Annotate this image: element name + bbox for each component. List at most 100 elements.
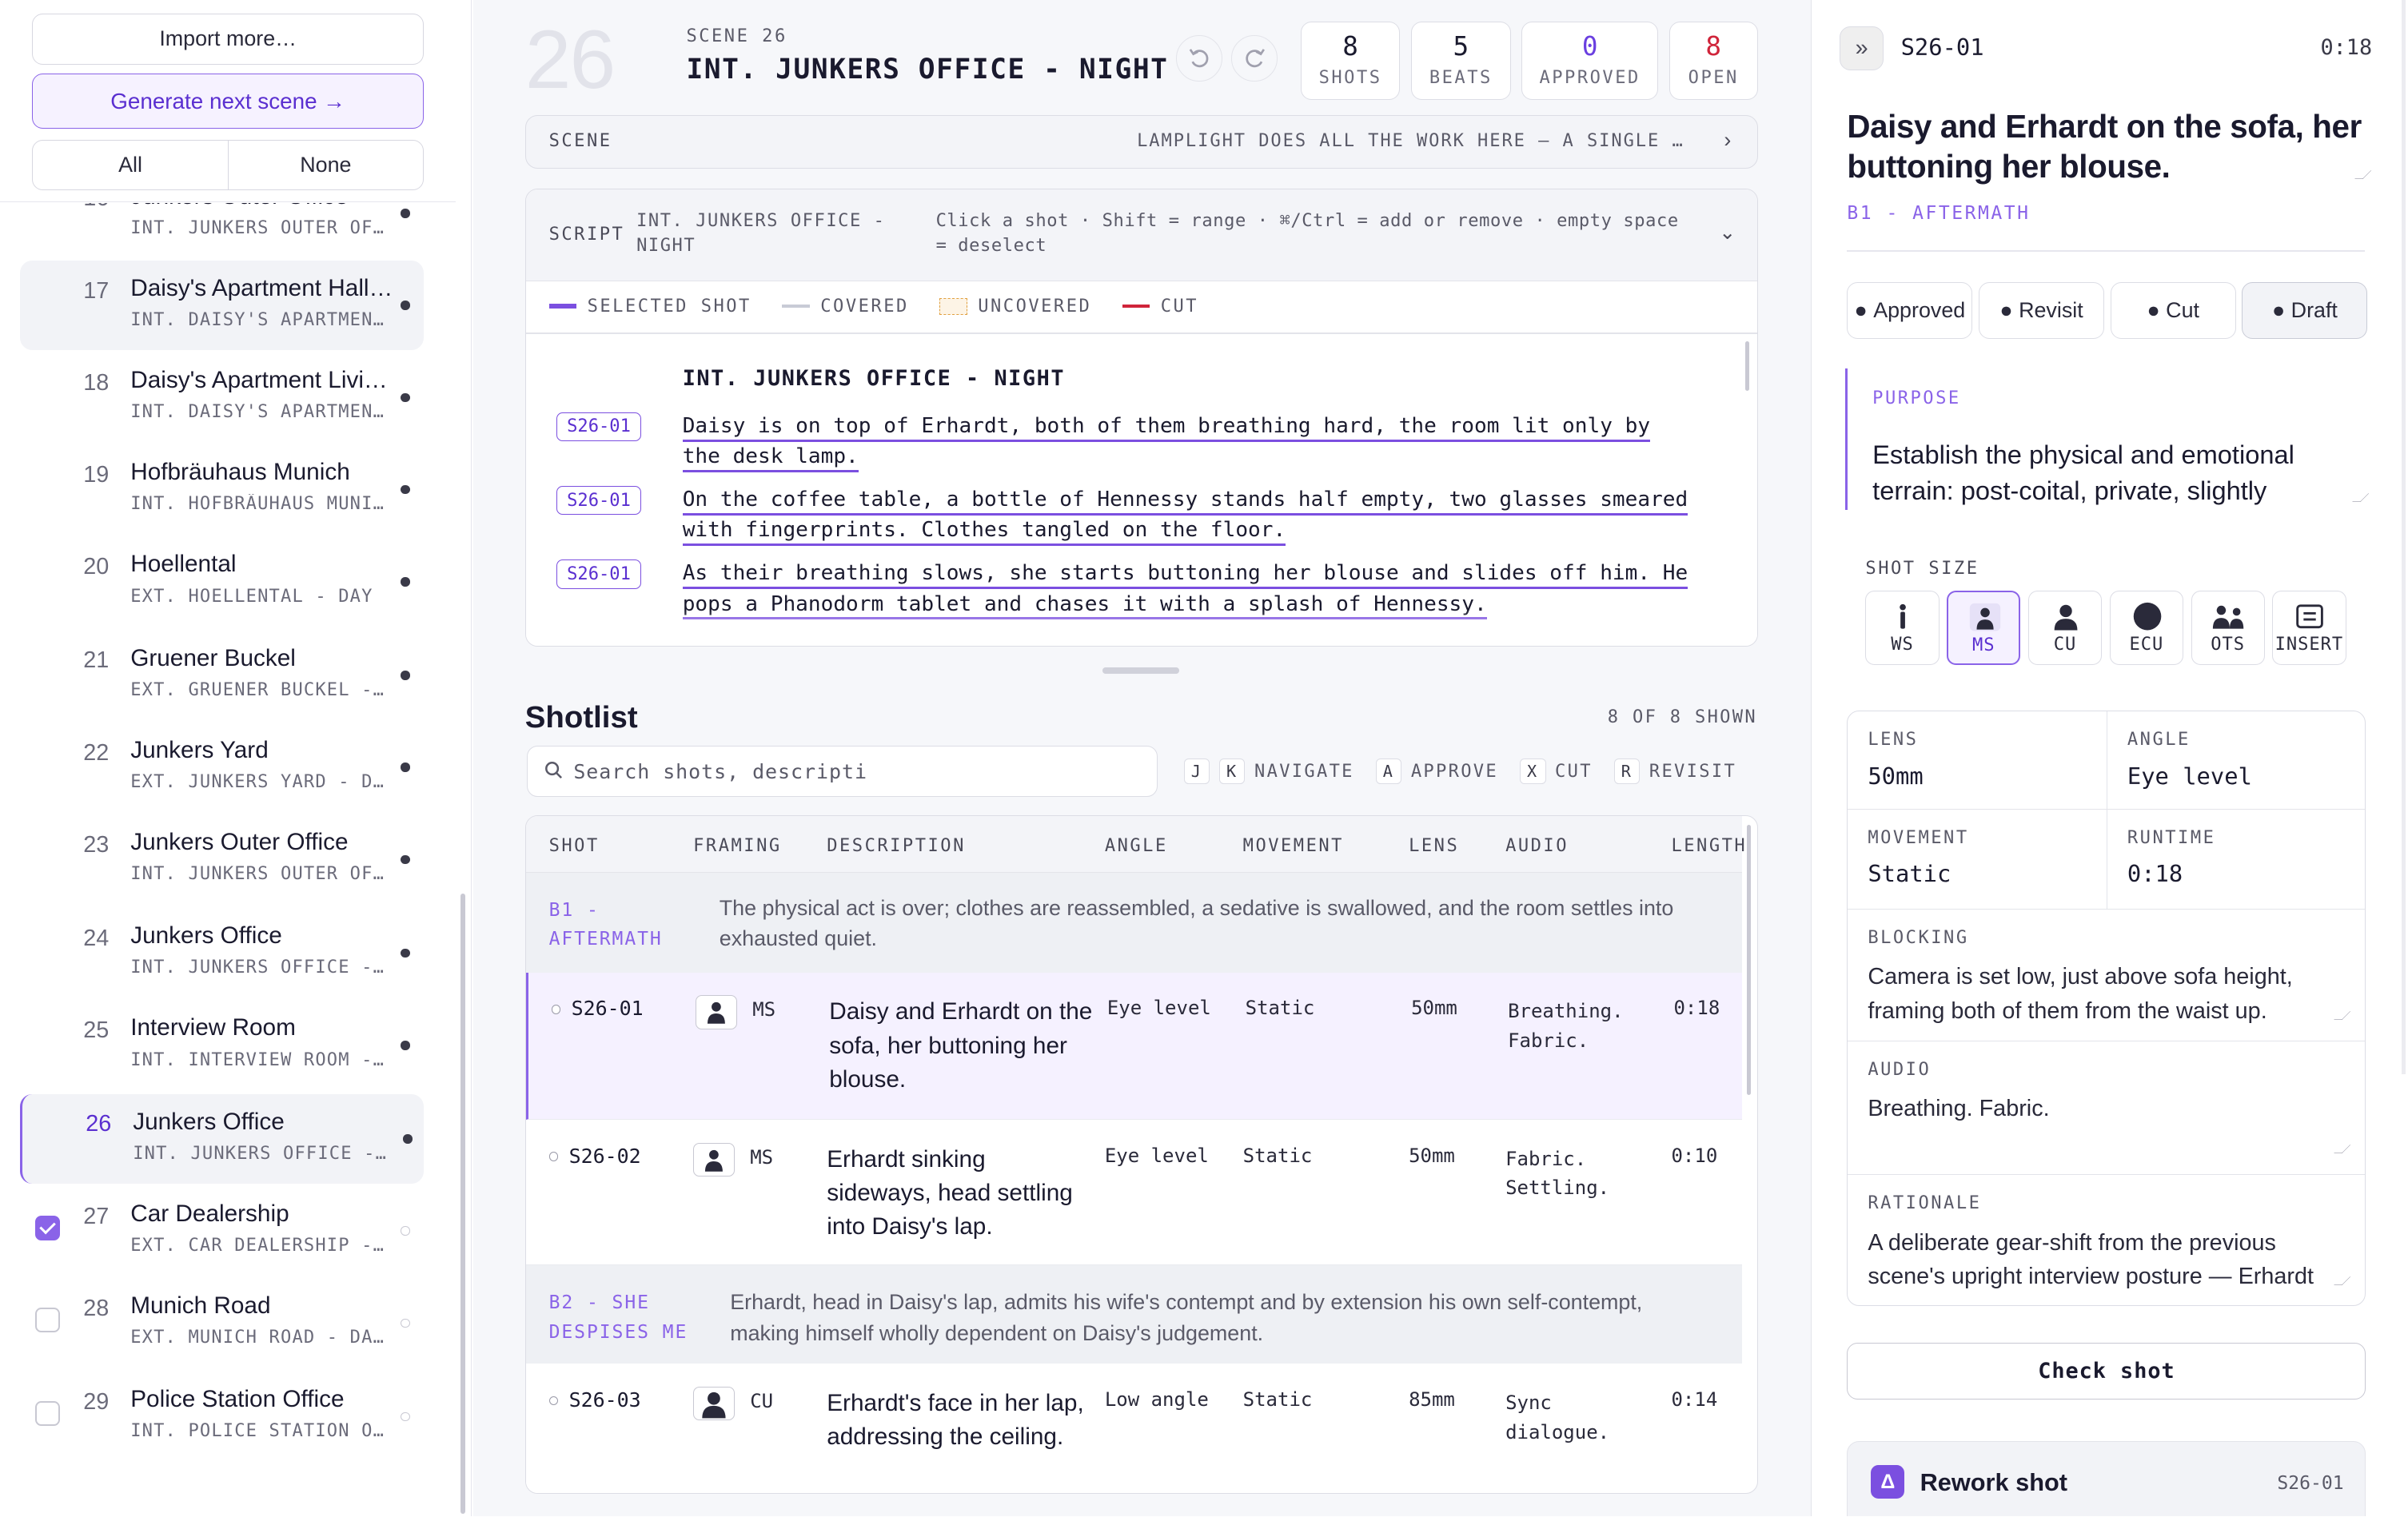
purpose-text[interactable]: Establish the physical and emotional ter… — [1872, 437, 2333, 508]
size-option-ecu[interactable]: ECU — [2109, 591, 2183, 665]
script-body[interactable]: INT. JUNKERS OFFICE - NIGHT S26-01 Daisy… — [525, 334, 1757, 646]
size-option-insert[interactable]: INSERT — [2272, 591, 2346, 665]
shot-audio: Sync dialogue. — [1505, 1392, 1610, 1443]
table-row[interactable]: S26-03 CU Erhardt's face in her lap, add… — [525, 1364, 1742, 1493]
col-shot[interactable]: SHOT — [549, 836, 600, 856]
rationale-text[interactable]: A deliberate gear-shift from the previou… — [1868, 1226, 2336, 1294]
scene-item-25[interactable]: 25 Interview Room INT. INTERVIEW ROOM - … — [20, 1001, 424, 1089]
sidebar-scrollbar[interactable] — [460, 893, 465, 1514]
scene-item-28[interactable]: 28 Munich Road EXT. MUNICH ROAD - DAY… — [20, 1279, 424, 1368]
script-shot-tag[interactable]: S26-01 — [556, 559, 641, 589]
scene-item-16[interactable]: 16 Junkers Outer Office INT. JUNKERS OUT… — [20, 203, 424, 258]
resize-grip-icon[interactable] — [2334, 1145, 2351, 1153]
scene-item-20[interactable]: 20 Hoellental EXT. HOELLENTAL - DAY — [20, 537, 424, 626]
scene-item-17[interactable]: 17 Daisy's Apartment Hall… INT. DAISY'S … — [19, 261, 425, 350]
scene-status-dot — [401, 1041, 410, 1050]
table-row[interactable]: S26-02 MS Erhardt sinking sideways, head… — [525, 1120, 1742, 1266]
scene-checkbox[interactable] — [35, 1401, 60, 1427]
col-angle[interactable]: ANGLE — [1105, 836, 1168, 856]
size-option-ms[interactable]: MS — [1947, 591, 2021, 665]
detail-scrollbar[interactable] — [2401, 0, 2406, 1075]
table-row[interactable]: S26-01 MS Daisy and Erhardt on the sofa,… — [525, 972, 1742, 1121]
col-framing[interactable]: FRAMING — [693, 836, 782, 856]
chevron-down-icon[interactable]: ⌄ — [1719, 221, 1736, 245]
shot-movement: Static — [1245, 997, 1315, 1020]
scene-name: Munich Road — [130, 1292, 271, 1320]
check-shot-button[interactable]: Check shot — [1847, 1343, 2366, 1400]
table-scrollbar[interactable] — [1746, 825, 1752, 1096]
status-selector: ● Approved ● Revisit ● Cut ● Draft — [1847, 282, 2368, 340]
script-shot-tag[interactable]: S26-01 — [556, 412, 641, 442]
status-label: Draft — [2290, 298, 2338, 323]
scene-item-29[interactable]: 29 Police Station Office INT. POLICE STA… — [20, 1372, 424, 1461]
scene-status-dot — [401, 484, 410, 495]
script-line[interactable]: On the coffee table, a bottle of Henness… — [682, 484, 1696, 547]
rework-shot-card[interactable]: Δ Rework shot S26-01 — [1847, 1441, 2366, 1517]
script-shot-tag[interactable]: S26-01 — [556, 485, 641, 516]
legend-swatch — [939, 297, 967, 315]
scene-item-22[interactable]: 22 Junkers Yard EXT. JUNKERS YARD - DA… — [20, 723, 424, 812]
person-medium-icon — [1970, 603, 2001, 631]
blocking-text[interactable]: Camera is set low, just above sofa heigh… — [1868, 960, 2336, 1028]
scene-name: Gruener Buckel — [130, 644, 296, 671]
audio-text[interactable]: Breathing. Fabric. — [1868, 1092, 2336, 1160]
scene-number: 23 — [83, 831, 110, 858]
angle-field[interactable]: ANGLE Eye level — [2107, 711, 2366, 810]
angle-value[interactable]: Eye level — [2127, 762, 2252, 790]
scene-item-23[interactable]: 23 Junkers Outer Office INT. JUNKERS OUT… — [20, 815, 424, 904]
search-input[interactable] — [573, 757, 1142, 786]
generate-next-scene-button[interactable]: Generate next scene → — [32, 74, 425, 129]
movement-value[interactable]: Static — [1868, 860, 1951, 887]
scene-item-18[interactable]: 18 Daisy's Apartment Livi… INT. DAISY'S … — [20, 353, 424, 442]
size-label: ECU — [2129, 635, 2164, 655]
collapse-panel-button[interactable]: » — [1839, 26, 1884, 71]
status-revisit[interactable]: ● Revisit — [1979, 282, 2105, 340]
script-scrollbar[interactable] — [1744, 341, 1750, 391]
panel-resize-handle[interactable] — [1102, 667, 1179, 675]
col-length[interactable]: LENGTH — [1671, 836, 1747, 856]
shotlist-title: Shotlist — [524, 699, 638, 735]
status-draft[interactable]: ● Draft — [2242, 282, 2368, 340]
rationale-field[interactable]: RATIONALE A deliberate gear-shift from t… — [1848, 1175, 2365, 1305]
purpose-field[interactable]: PURPOSE Establish the physical and emoti… — [1845, 368, 2370, 510]
scene-checkbox[interactable] — [35, 1216, 60, 1240]
legend-selected: SELECTED SHOT — [548, 294, 752, 319]
scene-item-21[interactable]: 21 Gruener Buckel EXT. GRUENER BUCKEL - … — [20, 631, 424, 719]
scene-item-19[interactable]: 19 Hofbräuhaus Munich INT. HOFBRÄUHAUS M… — [20, 445, 424, 534]
blocking-field[interactable]: BLOCKING Camera is set low, just above s… — [1848, 910, 2366, 1042]
col-audio[interactable]: AUDIO — [1505, 836, 1569, 856]
resize-grip-icon[interactable] — [2334, 1011, 2351, 1020]
status-cut[interactable]: ● Cut — [2110, 282, 2236, 340]
script-line[interactable]: Daisy is on top of Erhardt, both of them… — [682, 411, 1696, 473]
status-approved[interactable]: ● Approved — [1847, 282, 1973, 340]
scene-item-26[interactable]: 26 Junkers Office INT. JUNKERS OFFICE - … — [19, 1094, 425, 1184]
filter-none-button[interactable]: None — [227, 140, 423, 190]
scene-checkbox[interactable] — [35, 1308, 60, 1332]
resize-grip-icon[interactable] — [2352, 492, 2370, 502]
scene-status-dot — [401, 1318, 410, 1328]
scene-item-27[interactable]: 27 Car Dealership EXT. CAR DEALERSHIP - … — [20, 1187, 424, 1276]
size-option-ots[interactable]: OTS — [2191, 591, 2265, 665]
movement-field[interactable]: MOVEMENT Static — [1848, 810, 2107, 910]
detail-title[interactable]: Daisy and Erhardt on the sofa, her butto… — [1847, 107, 2362, 187]
runtime-value[interactable]: 0:18 — [2127, 860, 2183, 887]
col-description[interactable]: DESCRIPTION — [827, 836, 966, 856]
col-movement[interactable]: MOVEMENT — [1243, 836, 1344, 856]
col-lens[interactable]: LENS — [1409, 836, 1459, 856]
runtime-field[interactable]: RUNTIME 0:18 — [2107, 810, 2366, 910]
redo-button[interactable] — [1231, 35, 1278, 82]
size-option-cu[interactable]: CU — [2027, 591, 2103, 665]
resize-grip-icon[interactable] — [2334, 1276, 2351, 1286]
scene-name: Police Station Office — [130, 1386, 345, 1413]
size-option-ws[interactable]: WS — [1865, 591, 1940, 665]
audio-field[interactable]: AUDIO Breathing. Fabric. — [1848, 1041, 2366, 1176]
import-more-button[interactable]: Import more… — [32, 14, 425, 65]
lens-value[interactable]: 50mm — [1868, 762, 1923, 790]
lens-field[interactable]: LENS 50mm — [1848, 711, 2107, 810]
script-header[interactable]: SCRIPT INT. JUNKERS OFFICE - NIGHT Click… — [525, 189, 1757, 282]
scene-item-24[interactable]: 24 Junkers Office INT. JUNKERS OFFICE - … — [20, 909, 424, 997]
undo-button[interactable] — [1176, 35, 1222, 82]
legend-label: CUT — [1160, 296, 1199, 317]
filter-all-button[interactable]: All — [33, 141, 227, 189]
scene-notes-bar[interactable]: SCENE LAMPLIGHT DOES ALL THE WORK HERE —… — [524, 115, 1758, 169]
